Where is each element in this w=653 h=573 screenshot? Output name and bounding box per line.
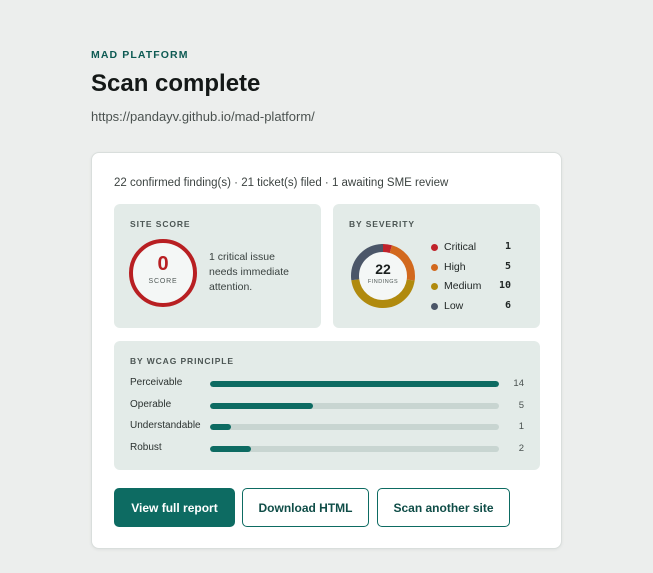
low-dot-icon	[431, 302, 438, 310]
score-ring: 0 SCORE	[129, 239, 197, 307]
wcag-name: Perceivable	[130, 377, 183, 388]
wcag-count: 1	[518, 421, 524, 432]
legend-count: 10	[498, 280, 511, 292]
bar-fill	[210, 381, 499, 387]
score-value: 0	[157, 253, 169, 275]
scanned-url: https://pandayv.github.io/mad-platform/	[91, 109, 315, 124]
wcag-name: Understandable	[130, 420, 201, 431]
wcag-row-robust: Robust 2	[130, 442, 524, 464]
bar-fill	[210, 402, 314, 409]
bar-fill	[210, 445, 252, 452]
score-caption: SCORE	[148, 278, 178, 285]
legend-item-medium: Medium 10	[431, 279, 511, 299]
bar-fill	[210, 424, 231, 430]
summary-text: 22 confirmed finding(s) · 21 ticket(s) f…	[114, 177, 449, 189]
wcag-bars: Perceivable 14 Operable 5 Understandable…	[130, 377, 524, 463]
site-score-panel: SITE SCORE 0 SCORE 1 critical issue need…	[114, 204, 321, 328]
legend-item-high: High 5	[431, 260, 511, 280]
legend-label: Low	[444, 299, 464, 312]
bar-track	[210, 381, 499, 387]
wcag-count: 5	[518, 399, 524, 411]
wcag-count: 14	[513, 378, 524, 389]
findings-total: 22	[375, 261, 391, 277]
wcag-panel: BY WCAG PRINCIPLE Perceivable 14 Operabl…	[114, 341, 540, 470]
high-dot-icon	[431, 263, 438, 271]
wcag-label: BY WCAG PRINCIPLE	[130, 356, 234, 366]
legend-count: 5	[504, 260, 511, 272]
bar-track	[210, 402, 499, 409]
severity-label: BY SEVERITY	[349, 219, 415, 229]
legend-item-low: Low 6	[431, 299, 511, 319]
medium-dot-icon	[431, 283, 438, 291]
view-full-report-button[interactable]: View full report	[114, 488, 235, 527]
wcag-name: Operable	[130, 398, 172, 410]
critical-dot-icon	[431, 244, 438, 251]
wcag-row-understandable: Understandable 1	[130, 420, 524, 442]
legend-label: High	[444, 260, 466, 273]
legend-label: Critical	[444, 241, 477, 253]
bar-track	[210, 424, 499, 430]
wcag-row-perceivable: Perceivable 14	[130, 377, 524, 399]
wcag-row-operable: Operable 5	[130, 399, 524, 421]
bar-track	[210, 445, 499, 452]
download-html-button[interactable]: Download HTML	[242, 488, 369, 527]
score-message: 1 critical issue needs immediate attenti…	[209, 251, 289, 293]
legend-count: 6	[504, 299, 511, 311]
legend-label: Medium	[444, 280, 482, 293]
site-score-label: SITE SCORE	[130, 219, 191, 229]
severity-legend: Critical 1 High 5 Medium 10 Low 6	[431, 240, 511, 318]
wcag-count: 2	[518, 442, 524, 454]
wcag-name: Robust	[130, 441, 162, 453]
findings-caption: FINDINGS	[367, 279, 399, 285]
legend-count: 1	[504, 241, 511, 252]
severity-panel: BY SEVERITY 22 FINDINGS Critical 1 High …	[333, 204, 540, 328]
results-card: 22 confirmed finding(s) · 21 ticket(s) f…	[91, 152, 562, 549]
scan-another-site-button[interactable]: Scan another site	[377, 488, 510, 527]
page-title: Scan complete	[91, 70, 261, 97]
eyebrow: MAD PLATFORM	[91, 49, 189, 61]
legend-item-critical: Critical 1	[431, 240, 511, 260]
